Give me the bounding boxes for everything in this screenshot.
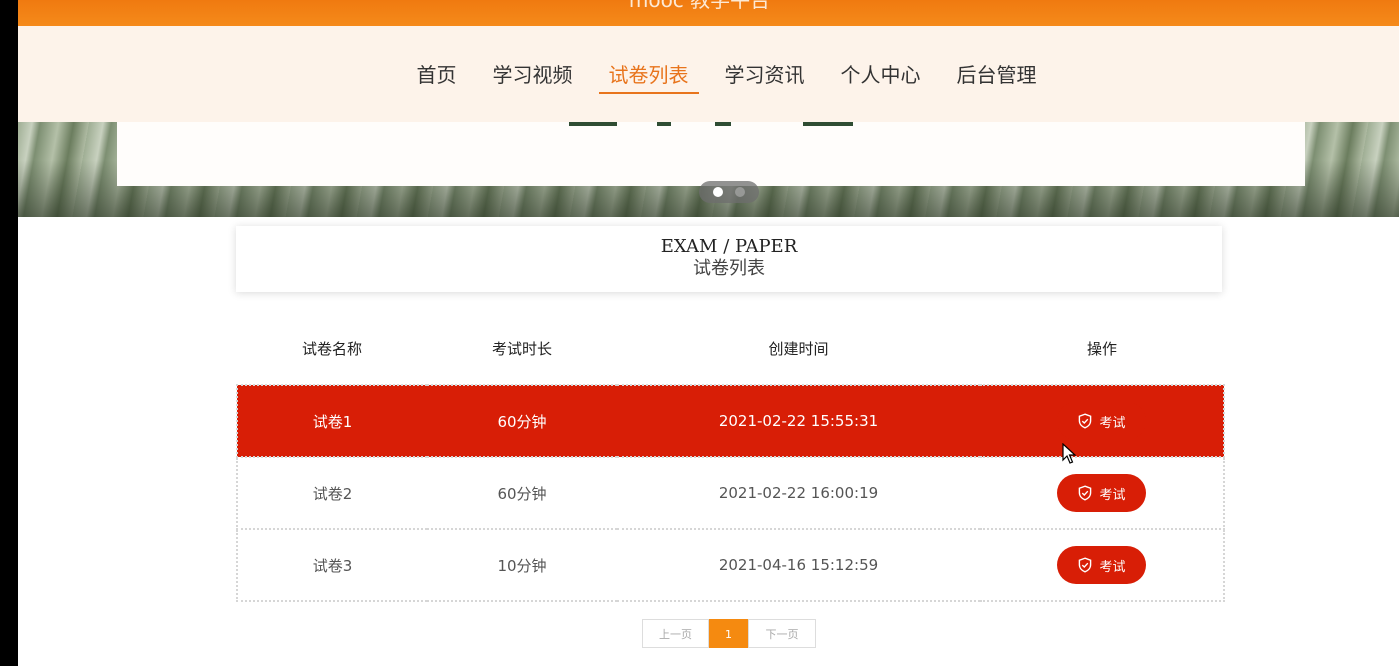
- nav-item-exam-list[interactable]: 试卷列表: [598, 26, 699, 94]
- nav-item-home[interactable]: 首页: [407, 26, 467, 90]
- banner-carousel: [18, 122, 1399, 217]
- nav-item-videos[interactable]: 学习视频: [483, 26, 583, 90]
- column-header-action: 操作: [1086, 339, 1117, 358]
- start-exam-label: 考试: [1099, 415, 1126, 431]
- start-exam-button[interactable]: 考试: [1057, 402, 1146, 440]
- mouse-cursor-icon: [1062, 443, 1076, 464]
- shield-check-icon: [1079, 413, 1092, 429]
- exam-created-time: 2021-02-22 15:55:31: [617, 384, 980, 458]
- nav-item-news[interactable]: 学习资讯: [715, 26, 815, 90]
- top-header-bar: mooc 教学平台: [0, 0, 1399, 26]
- carousel-dot-2[interactable]: [735, 187, 745, 197]
- start-exam-label: 考试: [1099, 559, 1126, 575]
- start-exam-button[interactable]: 考试: [1057, 546, 1146, 584]
- shield-check-icon: [1079, 557, 1092, 573]
- exam-duration: 60分钟: [427, 384, 617, 458]
- carousel-slide[interactable]: [117, 122, 1305, 186]
- exam-action-cell: 考试: [980, 528, 1225, 602]
- shield-check-icon: [1079, 485, 1092, 501]
- exam-action-cell: 考试: [980, 384, 1225, 458]
- pagination: 上一页 1 下一页: [642, 619, 816, 648]
- nav-item-personal-center[interactable]: 个人中心: [831, 26, 931, 90]
- next-page-button[interactable]: 下一页: [748, 619, 816, 648]
- exam-name: 试卷1: [236, 384, 427, 458]
- exam-created-time: 2021-04-16 15:12:59: [617, 528, 980, 602]
- exam-table: 试卷名称 考试时长 创建时间 操作 试卷1 60分钟 2021-02-22 15…: [236, 312, 1225, 602]
- column-header-created: 创建时间: [768, 339, 829, 358]
- nav-item-admin[interactable]: 后台管理: [947, 26, 1047, 90]
- nav-area: 首页 学习视频 试卷列表 学习资讯 个人中心 后台管理: [18, 26, 1399, 122]
- main-nav: 首页 学习视频 试卷列表 学习资讯 个人中心 后台管理: [18, 26, 1399, 94]
- start-exam-button[interactable]: 考试: [1057, 474, 1146, 512]
- column-header-name: 试卷名称: [301, 339, 362, 358]
- exam-name: 试卷2: [236, 456, 427, 530]
- exam-duration: 10分钟: [427, 528, 617, 602]
- carousel-dot-1[interactable]: [713, 187, 723, 197]
- exam-name: 试卷3: [236, 528, 427, 602]
- table-row[interactable]: 试卷2 60分钟 2021-02-22 16:00:19 考试: [236, 456, 1225, 530]
- page-number-button[interactable]: 1: [709, 619, 748, 648]
- table-header-row: 试卷名称 考试时长 创建时间 操作: [237, 312, 1224, 385]
- left-edge-bar: [0, 0, 18, 666]
- table-row[interactable]: 试卷3 10分钟 2021-04-16 15:12:59 考试: [236, 528, 1225, 602]
- site-title: mooc 教学平台: [628, 0, 771, 12]
- column-header-duration: 考试时长: [491, 339, 552, 358]
- section-title-zh: 试卷列表: [693, 258, 765, 279]
- start-exam-label: 考试: [1099, 487, 1126, 503]
- carousel-indicator: [699, 181, 759, 203]
- exam-created-time: 2021-02-22 16:00:19: [617, 456, 980, 530]
- section-header: EXAM / PAPER 试卷列表: [236, 226, 1222, 292]
- section-title-en: EXAM / PAPER: [660, 236, 798, 257]
- prev-page-button[interactable]: 上一页: [642, 619, 709, 648]
- exam-duration: 60分钟: [427, 456, 617, 530]
- exam-action-cell: 考试: [980, 456, 1225, 530]
